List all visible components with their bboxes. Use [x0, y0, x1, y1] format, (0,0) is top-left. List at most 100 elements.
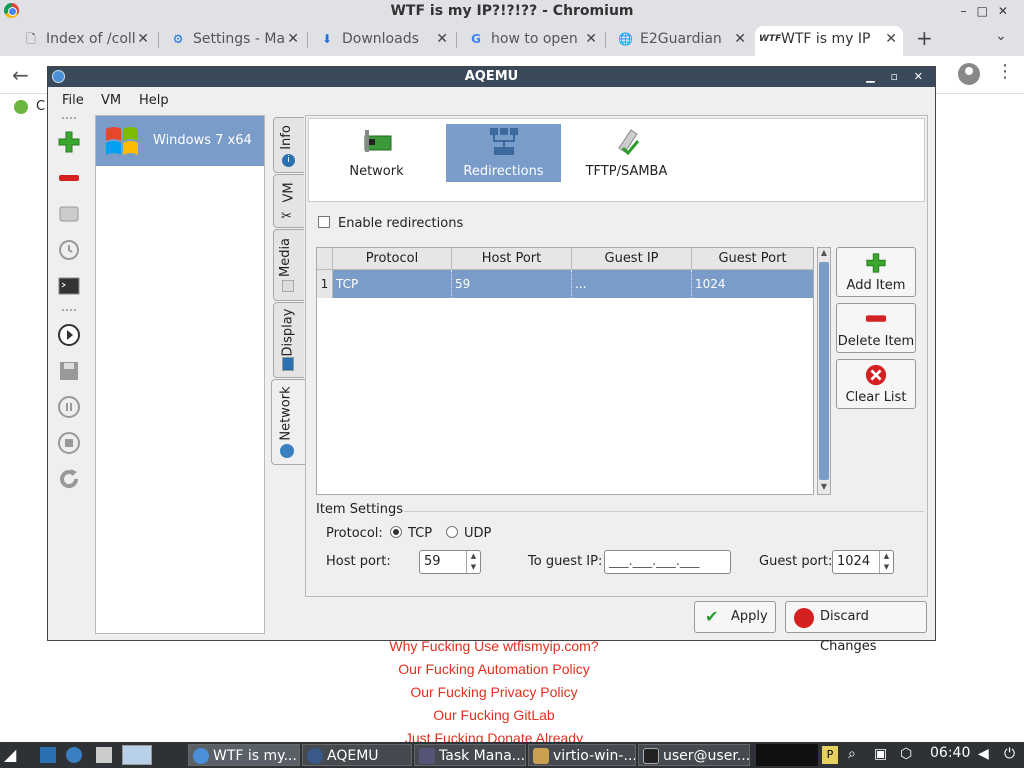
close-icon[interactable]: ✕ [436, 26, 448, 52]
network-panel: Network Redirections TFTP/SAMBA Enable r… [305, 115, 928, 597]
menu-file[interactable]: File [62, 93, 84, 108]
enable-redirections-checkbox[interactable] [318, 216, 330, 228]
disk-icon[interactable] [57, 202, 81, 226]
tcp-radio[interactable]: TCP [390, 526, 432, 541]
plus-icon [866, 253, 886, 273]
apply-button[interactable]: ✔ Apply [694, 601, 776, 633]
search-icon[interactable]: ⌕ [848, 746, 856, 762]
vm-list-item[interactable]: Windows 7 x64 [96, 116, 264, 166]
delete-vm-icon[interactable] [57, 166, 81, 190]
google-icon: G [471, 32, 481, 46]
table-cell-guest-ip[interactable]: ... [572, 270, 692, 298]
file-icon: 🗋 [26, 32, 36, 46]
page-link-automation[interactable]: Our Fucking Automation Policy [0, 661, 1006, 677]
tab-index[interactable]: 🗋 Index of /coll ✕ [20, 26, 155, 56]
taskbar-item-virtio[interactable]: virtio-win-... [528, 744, 636, 766]
window-controls[interactable]: –□✕ [961, 0, 1018, 22]
wtf-icon: WTF [759, 34, 782, 44]
subtab-network[interactable]: Network [319, 124, 434, 182]
enable-redirections-row[interactable]: Enable redirections [318, 216, 463, 231]
tray-p-icon[interactable]: P [822, 746, 838, 764]
column-header-host-port[interactable]: Host Port [452, 248, 572, 270]
browser-launcher-icon[interactable] [66, 747, 82, 763]
tab-settings[interactable]: ⚙ Settings - Ma ✕ [167, 26, 305, 56]
taskbar-item-aqemu[interactable]: AQEMU [302, 744, 412, 766]
tftp-samba-icon [618, 129, 640, 156]
play-icon[interactable] [57, 323, 81, 347]
desktop-preview[interactable] [122, 745, 152, 765]
clock-icon[interactable] [57, 238, 81, 262]
close-icon[interactable]: ✕ [885, 26, 897, 52]
tab-media[interactable]: Media [273, 229, 304, 301]
table-cell-guest-port[interactable]: 1024 [692, 270, 813, 298]
tab-search-chevron-icon[interactable]: ⌄ [995, 28, 1007, 44]
add-vm-icon[interactable] [57, 130, 81, 154]
spinner-arrows-icon[interactable]: ▲ ▼ [879, 551, 893, 573]
guest-port-spinbox[interactable]: 1024 ▲ ▼ [832, 550, 894, 574]
tab-vm[interactable]: VM ✂ [273, 174, 304, 228]
table-scrollbar[interactable]: ▲ ▼ [817, 247, 831, 495]
network-tray-icon[interactable]: ⬡ [900, 746, 912, 762]
pause-icon[interactable] [57, 395, 81, 419]
clock[interactable]: 06:40 [930, 745, 970, 761]
taskbar-item-terminal[interactable]: user@user... [638, 744, 750, 766]
menu-help[interactable]: Help [139, 93, 169, 108]
terminal-icon[interactable] [57, 274, 81, 298]
profile-icon[interactable] [958, 63, 980, 85]
new-tab-button[interactable]: + [916, 26, 933, 50]
tab-wtfismyip[interactable]: WTF WTF is my IP ✕ [755, 26, 903, 56]
scroll-down-icon[interactable]: ▼ [818, 482, 830, 491]
add-item-button[interactable]: Add Item [836, 247, 916, 297]
host-port-spinbox[interactable]: 59 ▲ ▼ [419, 550, 481, 574]
subtab-redirections[interactable]: Redirections [446, 124, 561, 182]
taskbar-item-task-manager[interactable]: Task Mana... [414, 744, 526, 766]
reset-icon[interactable] [57, 467, 81, 491]
terminal-launcher-icon[interactable] [40, 747, 56, 763]
table-cell-protocol[interactable]: TCP [333, 270, 452, 298]
workspace-pager[interactable] [756, 744, 818, 766]
tools-icon: ✂ [281, 209, 292, 224]
taskbar-item-browser[interactable]: WTF is my... [188, 744, 300, 766]
media-icon [282, 280, 294, 292]
close-icon[interactable]: ✕ [137, 26, 149, 52]
clear-list-button[interactable]: Clear List [836, 359, 916, 409]
tab-e2guardian[interactable]: 🌐 E2Guardian ✕ [614, 26, 752, 56]
subtab-tftp-samba[interactable]: TFTP/SAMBA [569, 124, 684, 182]
table-cell-host-port[interactable]: 59 [452, 270, 572, 298]
spinner-arrows-icon[interactable]: ▲ ▼ [466, 551, 480, 573]
clipboard-icon[interactable]: ▣ [874, 746, 887, 762]
stop-icon[interactable] [57, 431, 81, 455]
save-icon[interactable] [57, 359, 81, 383]
tab-info[interactable]: Info i [273, 117, 304, 173]
page-link-gitlab[interactable]: Our Fucking GitLab [0, 707, 1006, 723]
column-header-guest-ip[interactable]: Guest IP [572, 248, 692, 270]
mint-icon[interactable] [14, 100, 28, 114]
column-header-guest-port[interactable]: Guest Port [692, 248, 813, 270]
tab-downloads[interactable]: ⬇ Downloads ✕ [316, 26, 454, 56]
start-menu-icon[interactable]: ◢ [4, 745, 16, 764]
scroll-up-icon[interactable]: ▲ [818, 248, 830, 257]
tab-display[interactable]: Display [273, 302, 304, 378]
back-arrow-icon[interactable]: ← [12, 63, 29, 87]
close-icon[interactable]: ✕ [287, 26, 299, 52]
discard-changes-button[interactable]: Discard Changes [785, 601, 927, 654]
delete-item-button[interactable]: Delete Item [836, 303, 916, 353]
close-icon[interactable]: ✕ [585, 26, 597, 52]
tab-strip: 🗋 Index of /coll ✕ ⚙ Settings - Ma ✕ ⬇ D… [0, 22, 1024, 56]
bookmark-label[interactable]: C [36, 99, 45, 114]
close-icon[interactable]: ✕ [734, 26, 746, 52]
aqemu-titlebar: AQEMU ▁ ▫ ✕ [48, 67, 935, 87]
guest-ip-input[interactable]: ___.___.___.___ [604, 550, 731, 574]
tab-network[interactable]: Network [271, 379, 305, 465]
menu-dots-icon[interactable]: ⋮ [996, 61, 1014, 82]
page-link-privacy[interactable]: Our Fucking Privacy Policy [0, 684, 1006, 700]
udp-radio[interactable]: UDP [446, 526, 491, 541]
power-icon[interactable]: ⏻ [1004, 746, 1015, 762]
menu-vm[interactable]: VM [101, 93, 121, 108]
tab-google[interactable]: G how to open ✕ [465, 26, 603, 56]
volume-icon[interactable]: ◀ [978, 746, 989, 762]
column-header-protocol[interactable]: Protocol [333, 248, 452, 270]
files-launcher-icon[interactable] [96, 747, 112, 763]
window-controls[interactable]: ▁ ▫ ✕ [866, 67, 929, 87]
scroll-thumb[interactable] [819, 262, 829, 480]
